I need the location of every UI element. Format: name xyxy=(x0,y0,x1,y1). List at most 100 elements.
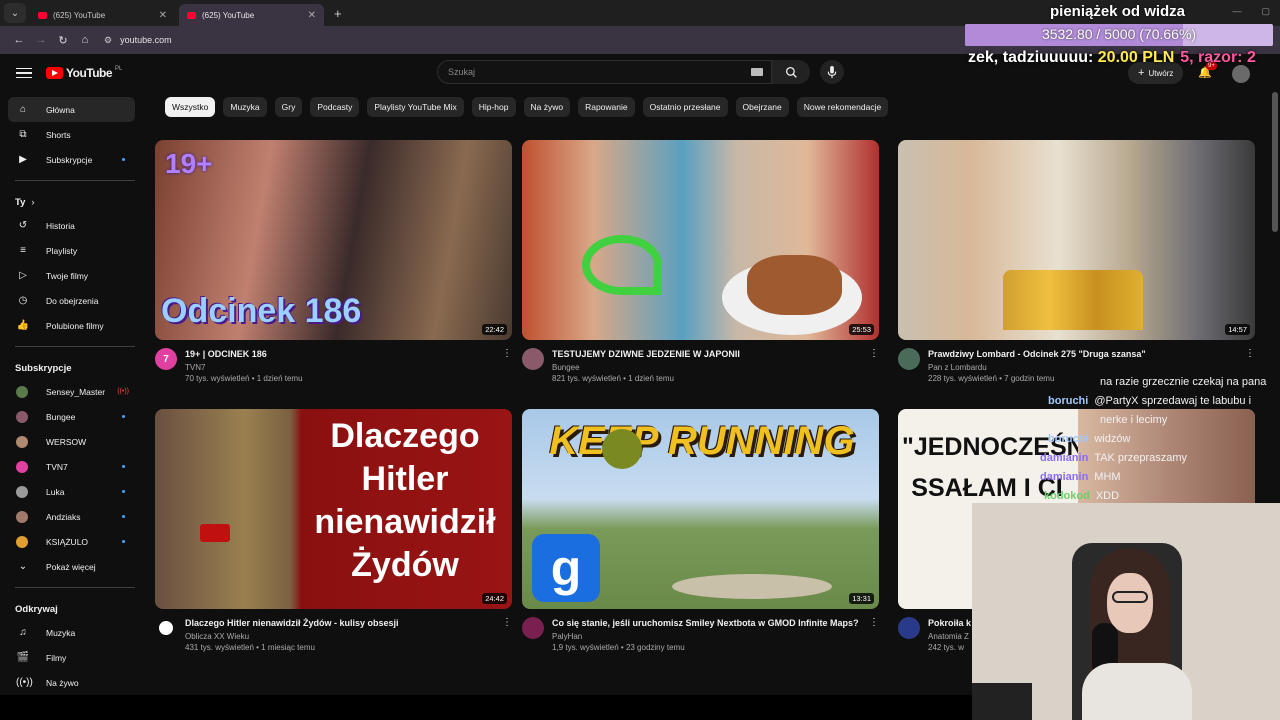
video-stats: 1,9 tys. wyświetleń • 23 godziny temu xyxy=(552,643,685,652)
sidebar-explore-heading: Odkrywaj xyxy=(15,603,58,615)
sidebar-item-home[interactable]: ⌂ Główna xyxy=(8,97,135,122)
channel-name[interactable]: Pan z Lombardu xyxy=(928,363,1245,372)
sidebar-item-your-videos[interactable]: ▷ Twoje filmy xyxy=(8,263,135,288)
video-thumbnail[interactable]: KEEP RUNNING g 13:31 xyxy=(522,409,879,609)
chip-hip-hop[interactable]: Hip-hop xyxy=(471,97,516,117)
video-duration: 14:57 xyxy=(1225,324,1250,335)
chip-live[interactable]: Na żywo xyxy=(523,97,571,117)
sidebar-item-music[interactable]: ♫ Muzyka xyxy=(8,620,135,645)
chat-user: boruchi xyxy=(1048,394,1089,407)
video-thumbnail[interactable]: 25:53 xyxy=(522,140,879,340)
chip-all[interactable]: Wszystko xyxy=(165,97,216,117)
channel-avatar[interactable] xyxy=(155,617,177,639)
video-card[interactable]: 14:57 Prawdziwy Lombard - Odcinek 275 "D… xyxy=(898,140,1255,383)
forward-icon[interactable]: → xyxy=(30,34,52,46)
video-title[interactable]: TESTUJEMY DZIWNE JEDZENIE W JAPONII xyxy=(552,348,869,360)
close-icon[interactable]: ✕ xyxy=(159,10,167,21)
channel-avatar xyxy=(16,410,28,423)
video-duration: 22:42 xyxy=(482,324,507,335)
video-card[interactable]: Dlaczego Hitler nienawidził Żydów 24:42 … xyxy=(155,409,512,652)
shorts-icon: ⧉ xyxy=(19,129,27,140)
chip-games[interactable]: Gry xyxy=(274,97,303,117)
sidebar-subscriptions-heading: Subskrypcje xyxy=(15,362,72,374)
video-title[interactable]: Dlaczego Hitler nienawidził Żydów - kuli… xyxy=(185,617,502,629)
close-icon[interactable]: ✕ xyxy=(308,10,316,21)
video-thumbnail[interactable]: 14:57 xyxy=(898,140,1255,340)
keyboard-icon[interactable] xyxy=(751,68,763,76)
sidebar-sub-sensey-master[interactable]: Sensey_Master ((•)) xyxy=(8,379,135,404)
site-info-icon[interactable]: ⚙ xyxy=(104,35,112,46)
movies-icon: 🎬 xyxy=(16,652,30,663)
sidebar-sub-ksiazulo[interactable]: KSIĄŻULO xyxy=(8,529,135,554)
video-title[interactable]: 19+ | ODCINEK 186 xyxy=(185,348,502,360)
video-card[interactable]: 25:53 TESTUJEMY DZIWNE JEDZENIE W JAPONI… xyxy=(522,140,879,383)
video-card[interactable]: KEEP RUNNING g 13:31 Co się stanie, jeśl… xyxy=(522,409,879,652)
back-icon[interactable]: ← xyxy=(8,34,30,46)
voice-search-button[interactable] xyxy=(820,60,844,84)
home-icon[interactable]: ⌂ xyxy=(74,34,96,46)
channel-name[interactable]: Bungee xyxy=(552,363,869,372)
chip-mix-playlists[interactable]: Playlisty YouTube Mix xyxy=(367,97,464,117)
new-tab-icon[interactable]: + xyxy=(334,6,342,21)
chip-watched[interactable]: Obejrzane xyxy=(735,97,789,117)
search-input[interactable]: Szukaj xyxy=(437,60,772,84)
chat-message: damianin TAK przepraszamy xyxy=(1040,448,1280,467)
sidebar-sub-bungee[interactable]: Bungee xyxy=(8,404,135,429)
you-heading-label: Ty xyxy=(15,196,26,208)
sidebar-item-label: Subskrypcje xyxy=(46,154,93,165)
video-card[interactable]: 19+ Odcinek 186 22:42 7 19+ | ODCINEK 18… xyxy=(155,140,512,383)
channel-avatar[interactable]: 7 xyxy=(155,348,177,370)
channel-name[interactable]: PalyHan xyxy=(552,632,869,641)
channel-avatar[interactable] xyxy=(522,348,544,370)
channel-name[interactable]: Oblicza XX Wieku xyxy=(185,632,502,641)
more-options-icon[interactable]: ⋮ xyxy=(869,348,879,383)
search-placeholder: Szukaj xyxy=(448,67,476,77)
channel-avatar[interactable] xyxy=(898,617,920,639)
sidebar-item-watch-later[interactable]: ◷ Do obejrzenia xyxy=(8,288,135,313)
thumbnail-vehicle xyxy=(672,574,832,599)
chip-music[interactable]: Muzyka xyxy=(223,97,267,117)
chip-new-to-you[interactable]: Nowe rekomendacje xyxy=(796,97,889,117)
sidebar-item-label: Pokaż więcej xyxy=(46,561,96,572)
sidebar-item-label: Filmy xyxy=(46,652,67,663)
chip-rap[interactable]: Rapowanie xyxy=(578,97,635,117)
more-options-icon[interactable]: ⋮ xyxy=(502,348,512,383)
chip-recently-uploaded[interactable]: Ostatnio przesłane xyxy=(642,97,728,117)
channel-name[interactable]: TVN7 xyxy=(185,363,502,372)
sidebar-sub-andziaks[interactable]: Andziaks xyxy=(8,504,135,529)
search-button[interactable] xyxy=(772,60,810,84)
sidebar-item-subscriptions[interactable]: ▶ Subskrypcje xyxy=(8,147,135,172)
video-thumbnail[interactable]: 19+ Odcinek 186 22:42 xyxy=(155,140,512,340)
video-stats: 431 tys. wyświetleń • 1 miesiąc temu xyxy=(185,643,315,652)
sidebar-item-movies[interactable]: 🎬 Filmy xyxy=(8,645,135,670)
youtube-play-icon xyxy=(46,67,63,79)
more-options-icon[interactable]: ⋮ xyxy=(869,617,879,652)
video-title[interactable]: Co się stanie, jeśli uruchomisz Smiley N… xyxy=(552,617,869,629)
more-options-icon[interactable]: ⋮ xyxy=(502,617,512,652)
channel-avatar[interactable] xyxy=(522,617,544,639)
channel-avatar[interactable] xyxy=(898,348,920,370)
sidebar-item-shorts[interactable]: ⧉ Shorts xyxy=(8,122,135,147)
video-thumbnail[interactable]: Dlaczego Hitler nienawidził Żydów 24:42 xyxy=(155,409,512,609)
sidebar-item-liked[interactable]: 👍 Polubione filmy xyxy=(8,313,135,338)
sidebar-sub-wersow[interactable]: WERSOW xyxy=(8,429,135,454)
browser-tab-active[interactable]: (625) YouTube ✕ xyxy=(179,4,324,26)
sidebar-sub-luka[interactable]: Luka xyxy=(8,479,135,504)
sidebar-you-heading[interactable]: Ty › xyxy=(0,191,145,213)
menu-icon[interactable] xyxy=(16,67,32,79)
youtube-favicon-icon xyxy=(187,11,196,19)
reload-icon[interactable]: ↻ xyxy=(52,34,74,47)
tab-search-button[interactable]: ⌄ xyxy=(4,3,26,23)
chip-podcasts[interactable]: Podcasty xyxy=(310,97,360,117)
sidebar-item-playlists[interactable]: ≡ Playlisty xyxy=(8,238,135,263)
sidebar-sub-tvn7[interactable]: TVN7 xyxy=(8,454,135,479)
sidebar-show-more[interactable]: ⌄ Pokaż więcej xyxy=(8,554,135,579)
url-field[interactable]: ⚙ youtube.com xyxy=(104,35,172,46)
sidebar-item-history[interactable]: ↺ Historia xyxy=(8,213,135,238)
sidebar-item-live[interactable]: ((•)) Na żywo xyxy=(8,670,135,695)
scrollbar-thumb[interactable] xyxy=(1272,92,1278,232)
youtube-logo[interactable]: YouTube PL xyxy=(46,66,122,80)
browser-tab[interactable]: (625) YouTube ✕ xyxy=(30,4,175,26)
subscriptions-icon: ▶ xyxy=(19,154,27,165)
video-title[interactable]: Prawdziwy Lombard - Odcinek 275 "Druga s… xyxy=(928,348,1245,360)
